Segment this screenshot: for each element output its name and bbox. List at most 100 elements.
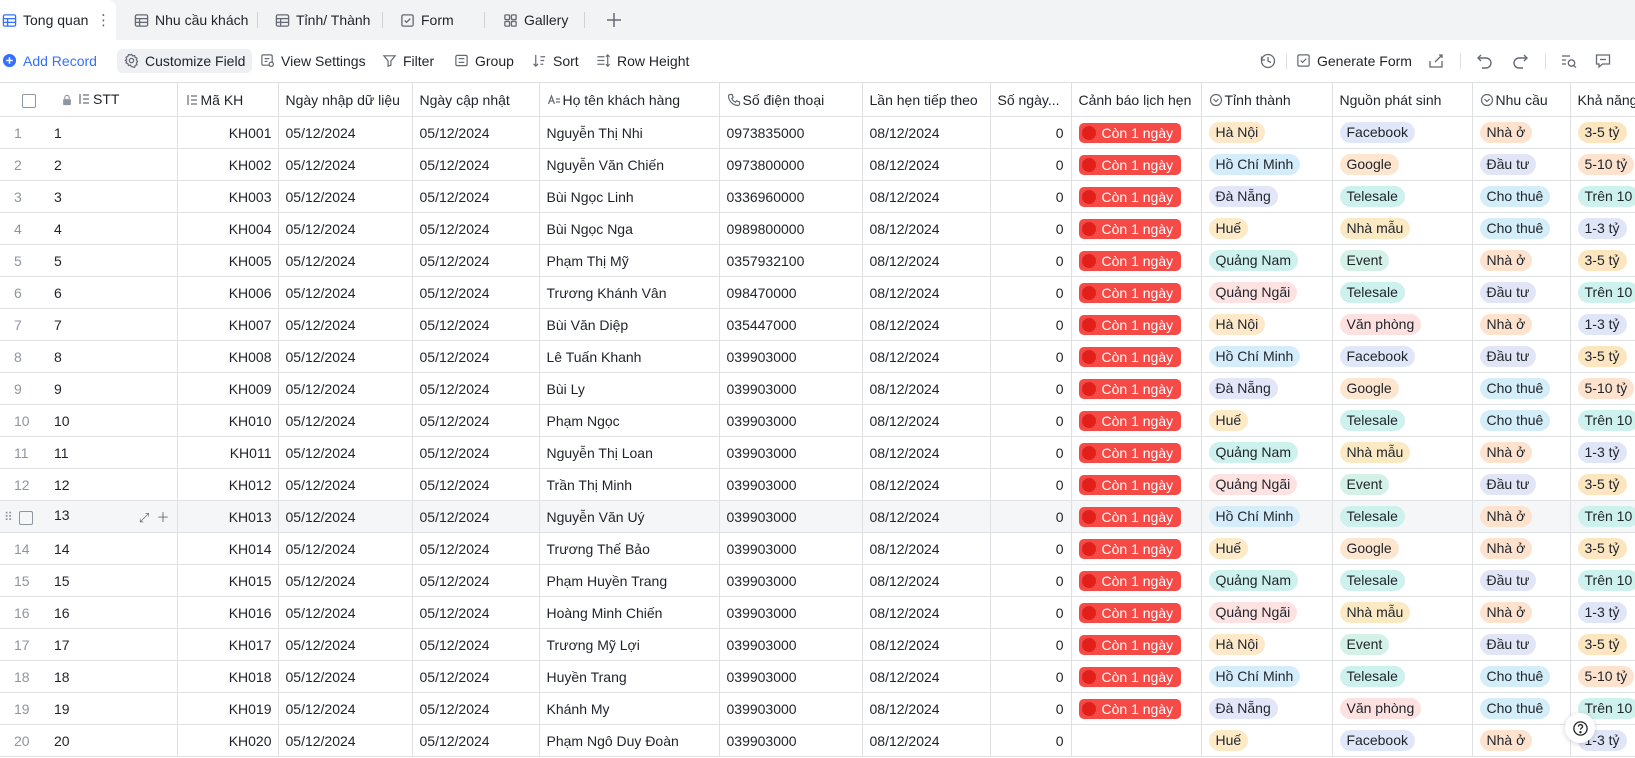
column-header-ho-ten[interactable]: Họ tên khách hàng <box>539 82 720 117</box>
cell-nguon[interactable]: Telesale <box>1332 404 1473 437</box>
cell-stt[interactable]: 11 <box>54 436 178 469</box>
cell-so-dien-thoai[interactable]: 039903000 <box>719 436 863 469</box>
cell-nhucau[interactable]: Cho thuê <box>1472 660 1571 693</box>
cell-khanang[interactable]: 1-3 tỷ <box>1570 596 1635 629</box>
cell-ngay-nhap[interactable]: 05/12/2024 <box>278 244 413 277</box>
cell-ma-kh[interactable]: KH013 <box>177 500 279 533</box>
row-height-button[interactable]: Row Height <box>596 49 689 73</box>
tab-nhu-cau-khach[interactable]: Nhu cầu khách <box>134 0 248 40</box>
cell-stt[interactable]: 6 <box>54 276 178 309</box>
cell-nhucau[interactable]: Cho thuê <box>1472 692 1571 725</box>
cell-ho-ten[interactable]: Huyền Trang <box>539 660 720 693</box>
cell-nguon[interactable]: Facebook <box>1332 340 1473 373</box>
cell-ngay-nhap[interactable]: 05/12/2024 <box>278 724 413 757</box>
cell-tinh[interactable]: Quảng Nam <box>1201 244 1333 277</box>
cell-ho-ten[interactable]: Bùi Ngọc Nga <box>539 212 720 245</box>
history-icon[interactable] <box>1259 52 1277 70</box>
cell-ngay-nhap[interactable]: 05/12/2024 <box>278 532 413 565</box>
cell-lan-hen[interactable]: 08/12/2024 <box>862 724 991 757</box>
column-header-ma-kh[interactable]: Mã KH <box>177 82 279 117</box>
cell-ngay-cap-nhat[interactable]: 05/12/2024 <box>412 308 540 341</box>
column-header-ngay-nhap[interactable]: Ngày nhập dữ liệu <box>278 82 413 117</box>
cell-so-dien-thoai[interactable]: 0973800000 <box>719 148 863 181</box>
cell-ma-kh[interactable]: KH020 <box>177 724 279 757</box>
cell-tinh[interactable]: Huế <box>1201 724 1333 757</box>
cell-tinh[interactable]: Hà Nội <box>1201 116 1333 149</box>
cell-ngay-nhap[interactable]: 05/12/2024 <box>278 116 413 149</box>
cell-tinh[interactable]: Quảng Nam <box>1201 564 1333 597</box>
undo-icon[interactable] <box>1476 52 1494 70</box>
cell-so-ngay[interactable]: 0 <box>990 276 1072 309</box>
view-settings-button[interactable]: View Settings <box>260 49 366 73</box>
cell-khanang[interactable]: 1-3 tỷ <box>1570 308 1635 341</box>
cell-so-dien-thoai[interactable]: 0336960000 <box>719 180 863 213</box>
cell-stt[interactable]: 15 <box>54 564 178 597</box>
cell-ma-kh[interactable]: KH019 <box>177 692 279 725</box>
cell-ngay-cap-nhat[interactable]: 05/12/2024 <box>412 724 540 757</box>
cell-nguon[interactable]: Telesale <box>1332 180 1473 213</box>
cell-ngay-cap-nhat[interactable]: 05/12/2024 <box>412 532 540 565</box>
cell-ho-ten[interactable]: Trần Thị Minh <box>539 468 720 501</box>
cell-so-dien-thoai[interactable]: 039903000 <box>719 660 863 693</box>
cell-stt[interactable]: 12 <box>54 468 178 501</box>
add-view-icon[interactable] <box>603 9 625 31</box>
cell-khanang[interactable]: 3-5 tỷ <box>1570 628 1635 661</box>
cell-lan-hen[interactable]: 08/12/2024 <box>862 436 991 469</box>
cell-khanang[interactable]: Trên 10 <box>1570 404 1635 437</box>
cell-ho-ten[interactable]: Bùi Ngọc Linh <box>539 180 720 213</box>
column-header-ngay-cap-nhat[interactable]: Ngày cập nhật <box>412 82 540 117</box>
cell-nguon[interactable]: Facebook <box>1332 116 1473 149</box>
cell-nguon[interactable]: Google <box>1332 532 1473 565</box>
table-row[interactable]: ⠿ 13 ⤢ ＋ KH013 05/12/2024 05/12/2024 Nguyễn V… <box>0 500 1635 533</box>
filter-button[interactable]: Filter <box>382 49 434 73</box>
cell-tinh[interactable]: Đà Nẵng <box>1201 692 1333 725</box>
cell-ngay-nhap[interactable]: 05/12/2024 <box>278 692 413 725</box>
cell-ngay-nhap[interactable]: 05/12/2024 <box>278 468 413 501</box>
cell-tinh[interactable]: Đà Nẵng <box>1201 180 1333 213</box>
cell-lan-hen[interactable]: 08/12/2024 <box>862 372 991 405</box>
cell-canh-bao[interactable]: Còn 1 ngày <box>1071 532 1202 565</box>
cell-nguon[interactable]: Nhà mẫu <box>1332 596 1473 629</box>
cell-tinh[interactable]: Đà Nẵng <box>1201 372 1333 405</box>
cell-lan-hen[interactable]: 08/12/2024 <box>862 468 991 501</box>
column-header-canh-bao[interactable]: Cảnh báo lịch hẹn <box>1071 82 1202 117</box>
cell-ngay-cap-nhat[interactable]: 05/12/2024 <box>412 564 540 597</box>
cell-khanang[interactable]: 5-10 tỷ <box>1570 148 1635 181</box>
cell-ngay-nhap[interactable]: 05/12/2024 <box>278 180 413 213</box>
cell-ngay-nhap[interactable]: 05/12/2024 <box>278 500 413 533</box>
cell-nguon[interactable]: Event <box>1332 244 1473 277</box>
cell-ngay-cap-nhat[interactable]: 05/12/2024 <box>412 180 540 213</box>
table-row[interactable]: 8 8 KH008 05/12/2024 05/12/2024 Lê Tuấn Khanh… <box>0 340 1635 373</box>
cell-ma-kh[interactable]: KH003 <box>177 180 279 213</box>
cell-so-dien-thoai[interactable]: 039903000 <box>719 628 863 661</box>
cell-tinh[interactable]: Huế <box>1201 404 1333 437</box>
cell-ma-kh[interactable]: KH015 <box>177 564 279 597</box>
cell-ngay-cap-nhat[interactable]: 05/12/2024 <box>412 660 540 693</box>
cell-canh-bao[interactable]: Còn 1 ngày <box>1071 436 1202 469</box>
cell-ngay-nhap[interactable]: 05/12/2024 <box>278 372 413 405</box>
cell-canh-bao[interactable]: Còn 1 ngày <box>1071 692 1202 725</box>
cell-lan-hen[interactable]: 08/12/2024 <box>862 532 991 565</box>
cell-lan-hen[interactable]: 08/12/2024 <box>862 212 991 245</box>
cell-so-ngay[interactable]: 0 <box>990 628 1072 661</box>
cell-stt[interactable]: 2 <box>54 148 178 181</box>
cell-so-dien-thoai[interactable]: 0973835000 <box>719 116 863 149</box>
cell-lan-hen[interactable]: 08/12/2024 <box>862 116 991 149</box>
cell-so-dien-thoai[interactable]: 039903000 <box>719 564 863 597</box>
cell-so-ngay[interactable]: 0 <box>990 116 1072 149</box>
cell-ma-kh[interactable]: KH011 <box>177 436 279 469</box>
cell-ngay-cap-nhat[interactable]: 05/12/2024 <box>412 244 540 277</box>
cell-so-dien-thoai[interactable]: 039903000 <box>719 532 863 565</box>
cell-ho-ten[interactable]: Phạm Ngọc <box>539 404 720 437</box>
cell-khanang[interactable]: Trên 10 <box>1570 500 1635 533</box>
cell-ngay-cap-nhat[interactable]: 05/12/2024 <box>412 404 540 437</box>
cell-lan-hen[interactable]: 08/12/2024 <box>862 628 991 661</box>
table-row[interactable]: 14 14 KH014 05/12/2024 05/12/2024 Trương Thế … <box>0 532 1635 565</box>
cell-stt[interactable]: 3 <box>54 180 178 213</box>
table-row[interactable]: 10 10 KH010 05/12/2024 05/12/2024 Phạm Ngọc 03… <box>0 404 1635 437</box>
table-row[interactable]: 19 19 KH019 05/12/2024 05/12/2024 Khánh My 039… <box>0 692 1635 725</box>
cell-ngay-nhap[interactable]: 05/12/2024 <box>278 212 413 245</box>
cell-khanang[interactable]: Trên 10 <box>1570 180 1635 213</box>
select-all-checkbox[interactable] <box>0 82 54 117</box>
column-header-nhu-cau[interactable]: Nhu cầu <box>1472 82 1571 117</box>
